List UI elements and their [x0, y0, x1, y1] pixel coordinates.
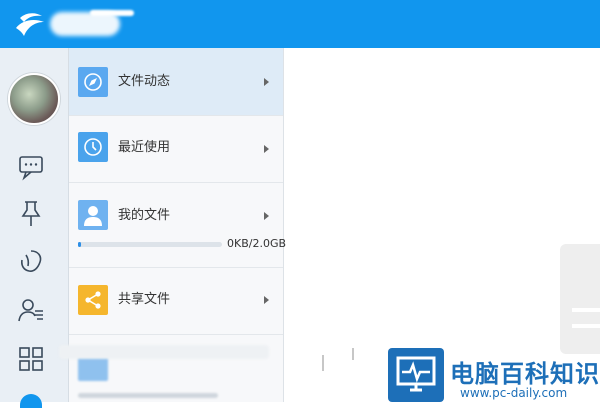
- redacted-progress: [78, 393, 218, 398]
- nav-item-recent[interactable]: 最近使用: [69, 116, 283, 183]
- chevron-right-icon: [264, 145, 269, 153]
- navigation-panel: 文件动态 最近使用 我的文件 0KB/2.0GB 共享文件: [59, 48, 287, 402]
- nav-item-file-activity[interactable]: 文件动态: [69, 48, 283, 116]
- stray-mark: [322, 355, 324, 371]
- nav-item-redacted[interactable]: [59, 335, 283, 402]
- chevron-right-icon: [264, 78, 269, 86]
- watermark-monitor-icon: [388, 348, 444, 402]
- chevron-right-icon: [264, 212, 269, 220]
- nav-item-my-files[interactable]: 我的文件 0KB/2.0GB: [69, 183, 287, 268]
- handle-line: [572, 324, 600, 328]
- watermark-url: www.pc-daily.com: [460, 386, 568, 400]
- user-name-redacted-stroke: [90, 10, 134, 16]
- pin-icon[interactable]: [16, 198, 46, 228]
- nav-item-shared-files[interactable]: 共享文件: [69, 268, 283, 335]
- redacted-text: [59, 345, 269, 359]
- chat-icon[interactable]: [16, 152, 46, 182]
- nav-label: 文件动态: [118, 74, 171, 89]
- nav-label: 最近使用: [118, 140, 171, 155]
- chevron-right-icon: [264, 296, 269, 304]
- more-icon[interactable]: [20, 394, 42, 408]
- side-panel-handle[interactable]: [560, 244, 600, 354]
- storage-progress-bar: [78, 242, 222, 247]
- nav-label: 共享文件: [118, 292, 171, 307]
- app-logo-icon: [12, 6, 48, 42]
- apps-icon[interactable]: [16, 344, 46, 374]
- storage-usage-text: 0KB/2.0GB: [227, 237, 287, 250]
- add-contact-icon[interactable]: [16, 295, 46, 325]
- storage-progress-fill: [78, 242, 81, 247]
- nav-label: 我的文件: [118, 208, 171, 223]
- clock-icon: [78, 132, 108, 162]
- contacts-icon[interactable]: [16, 246, 46, 276]
- avatar[interactable]: [8, 73, 60, 125]
- handle-line: [572, 308, 600, 312]
- user-icon: [78, 200, 108, 230]
- compass-icon: [78, 67, 108, 97]
- watermark-text: 电脑百科知识: [450, 360, 600, 388]
- title-bar: [0, 0, 600, 48]
- stray-mark: [352, 348, 354, 360]
- share-icon: [78, 285, 108, 315]
